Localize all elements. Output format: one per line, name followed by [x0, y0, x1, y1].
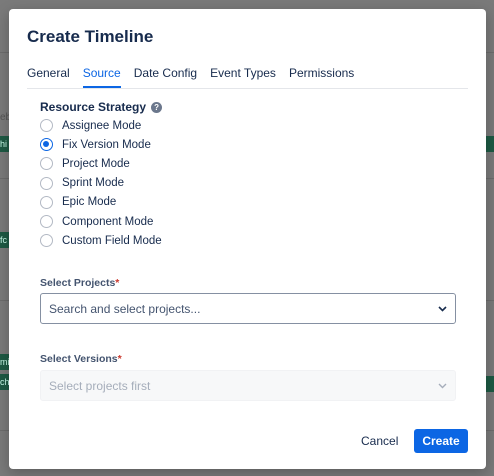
chevron-down-icon	[437, 304, 447, 314]
chevron-down-icon	[437, 381, 447, 391]
radio-button[interactable]	[40, 157, 53, 171]
radio-button[interactable]	[40, 119, 53, 133]
radio-label: Assignee Mode	[62, 119, 142, 132]
required-asterisk: *	[117, 353, 122, 365]
create-timeline-dialog: Create Timeline General Source Date Conf…	[9, 9, 486, 469]
resource-strategy-label: Resource Strategy	[40, 100, 147, 114]
tab-general[interactable]: General	[27, 66, 70, 88]
select-projects-label: Select Projects*	[40, 277, 119, 289]
radio-label: Fix Version Mode	[62, 138, 151, 151]
radio-button-checked[interactable]	[40, 138, 53, 152]
tab-source[interactable]: Source	[82, 66, 121, 88]
resource-strategy-heading: Resource Strategy ?	[40, 100, 163, 114]
radio-button[interactable]	[40, 215, 53, 229]
required-asterisk: *	[115, 277, 120, 289]
radio-custom-field-mode[interactable]: Custom Field Mode	[40, 231, 162, 250]
tab-event-types[interactable]: Event Types	[210, 66, 276, 88]
select-projects-label-text: Select Projects	[40, 277, 116, 289]
tab-date-config[interactable]: Date Config	[134, 66, 197, 88]
tab-bar: General Source Date Config Event Types P…	[27, 66, 367, 88]
radio-button[interactable]	[40, 176, 53, 190]
dialog-title: Create Timeline	[27, 27, 154, 46]
create-button[interactable]: Create	[414, 429, 468, 453]
radio-component-mode[interactable]: Component Mode	[40, 212, 162, 231]
select-versions-label: Select Versions*	[40, 353, 122, 365]
radio-label: Epic Mode	[62, 196, 117, 209]
radio-label: Component Mode	[62, 215, 154, 228]
tab-permissions[interactable]: Permissions	[289, 66, 354, 88]
select-versions-label-text: Select Versions	[40, 353, 118, 365]
radio-assignee-mode[interactable]: Assignee Mode	[40, 116, 162, 135]
radio-button[interactable]	[40, 195, 53, 209]
radio-sprint-mode[interactable]: Sprint Mode	[40, 174, 162, 193]
select-projects-placeholder: Search and select projects...	[49, 301, 201, 316]
tabs-divider	[27, 88, 468, 89]
radio-fix-version-mode[interactable]: Fix Version Mode	[40, 135, 162, 154]
radio-epic-mode[interactable]: Epic Mode	[40, 193, 162, 212]
question-circle-icon[interactable]: ?	[151, 101, 163, 113]
radio-label: Sprint Mode	[62, 177, 125, 190]
select-versions-placeholder: Select projects first	[49, 378, 151, 393]
cancel-button[interactable]: Cancel	[353, 429, 406, 453]
radio-label: Custom Field Mode	[62, 234, 162, 247]
bg-tag	[486, 136, 494, 152]
select-projects-dropdown[interactable]: Search and select projects...	[40, 293, 456, 324]
select-versions-dropdown: Select projects first	[40, 370, 456, 401]
resource-strategy-radio-group: Assignee Mode Fix Version Mode Project M…	[40, 116, 162, 250]
radio-label: Project Mode	[62, 157, 130, 170]
radio-button[interactable]	[40, 234, 53, 248]
radio-project-mode[interactable]: Project Mode	[40, 154, 162, 173]
bg-tag	[486, 376, 494, 392]
